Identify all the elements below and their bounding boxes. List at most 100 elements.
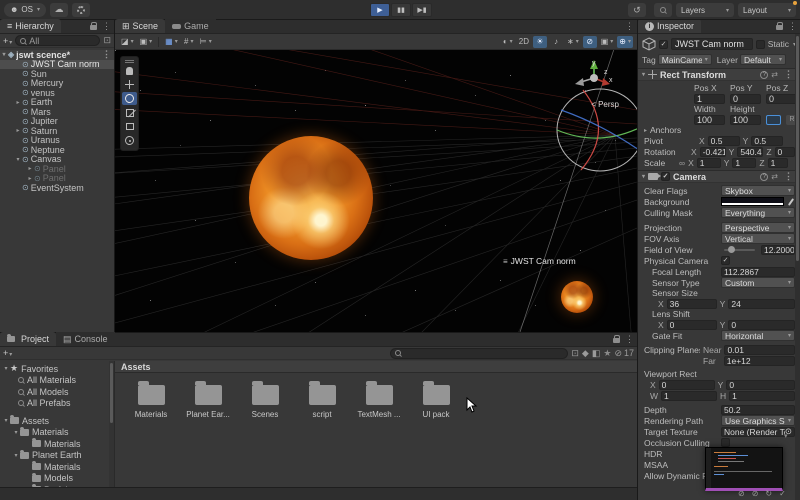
- favorites-star-icon[interactable]: ★: [603, 348, 611, 359]
- tab-game[interactable]: Game: [165, 19, 216, 33]
- tab-hierarchy[interactable]: ≡ Hierarchy: [0, 19, 61, 33]
- view-tool-button[interactable]: [122, 64, 137, 77]
- foldout-icon[interactable]: ▾: [12, 429, 20, 436]
- gameobject-cube-icon[interactable]: [642, 37, 656, 51]
- lens-y-field[interactable]: 0: [728, 319, 795, 330]
- sun-sphere[interactable]: [249, 136, 373, 260]
- foldout-icon[interactable]: ▾: [0, 51, 8, 58]
- search-in-assets-icon[interactable]: ⊡: [571, 348, 579, 359]
- blueprint-mode-button[interactable]: [766, 114, 781, 125]
- asset-folder[interactable]: Materials: [129, 381, 173, 419]
- asset-folder[interactable]: Scenes: [243, 381, 287, 419]
- camera-enabled-checkbox[interactable]: ✓: [661, 172, 671, 181]
- component-menu-icon[interactable]: ⋮: [781, 171, 796, 182]
- physical-camera-checkbox[interactable]: ✓: [721, 256, 730, 265]
- tray-icons[interactable]: ⊘ ⊘ ↻ ✓: [738, 489, 786, 498]
- clear-flags-dropdown[interactable]: Skybox ▾: [721, 185, 795, 196]
- depth-field[interactable]: 50.2: [721, 404, 795, 415]
- help-icon[interactable]: ?: [760, 172, 769, 181]
- viewport-x-field[interactable]: 0: [658, 379, 715, 390]
- audio-toggle[interactable]: ♪: [549, 36, 563, 48]
- scroll-down-icon[interactable]: ▾: [784, 432, 788, 440]
- lock-icon[interactable]: [776, 22, 783, 30]
- snap-dropdown[interactable]: # ▾: [182, 36, 196, 48]
- move-tool-button[interactable]: [122, 78, 137, 91]
- search-button[interactable]: [654, 3, 672, 17]
- focal-length-field[interactable]: 112.2867: [721, 266, 795, 277]
- lock-icon[interactable]: [613, 335, 620, 343]
- asset-folder[interactable]: Planet Ear...: [186, 381, 230, 419]
- persp-label[interactable]: < Persp: [591, 100, 619, 109]
- tab-project[interactable]: Project: [0, 332, 57, 346]
- gate-fit-dropdown[interactable]: Horizontal ▾: [721, 330, 795, 341]
- transform-tool-button[interactable]: [122, 134, 137, 147]
- tree-item[interactable]: ▾ Materials: [0, 426, 114, 439]
- undo-history-button[interactable]: ↺: [628, 3, 646, 17]
- render-doc-dropdown[interactable]: ◐ ▾: [501, 36, 515, 48]
- eyedropper-icon[interactable]: [787, 197, 795, 206]
- hidden-items-toggle[interactable]: ⊘ 17: [614, 348, 634, 359]
- check-circle-icon[interactable]: ✓: [779, 489, 786, 498]
- project-search-field[interactable]: [404, 348, 564, 358]
- link-icon[interactable]: ∞: [679, 158, 685, 168]
- sensor-x-field[interactable]: 36: [666, 298, 717, 309]
- fov-slider[interactable]: [724, 245, 755, 253]
- hierarchy-search-input[interactable]: All: [15, 35, 101, 46]
- hierarchy-item[interactable]: ▸ ⊙ Earth: [0, 98, 114, 108]
- fov-value-field[interactable]: 12.2000: [761, 244, 795, 255]
- asset-folder[interactable]: script: [300, 381, 344, 419]
- rotate-tool-button[interactable]: [122, 92, 137, 105]
- create-button[interactable]: +▾: [3, 348, 12, 358]
- asset-folder[interactable]: UI pack: [414, 381, 458, 419]
- pivot-x-field[interactable]: 0.5: [707, 135, 740, 146]
- component-menu-icon[interactable]: ⋮: [781, 69, 796, 80]
- panel-menu-icon[interactable]: ⋮: [99, 21, 114, 32]
- background-color-swatch[interactable]: [721, 197, 784, 206]
- scene-row[interactable]: ▾ ◈ jswt scence* ⋮: [0, 50, 114, 60]
- scene-menu-icon[interactable]: ⋮: [99, 50, 114, 60]
- width-field[interactable]: 100: [694, 114, 725, 125]
- orientation-gizmo[interactable]: y z x: [571, 56, 617, 100]
- account-dropdown[interactable]: ☻ OS ▾: [4, 2, 46, 17]
- favorite-item[interactable]: All Prefabs: [0, 398, 114, 410]
- settings-button[interactable]: [72, 2, 90, 17]
- tab-inspector[interactable]: i Inspector: [638, 20, 702, 33]
- foldout-icon[interactable]: ▸: [26, 165, 34, 172]
- asset-folder[interactable]: TextMesh ...: [357, 381, 401, 419]
- grid-visibility-dropdown[interactable]: ▦ ▾: [163, 36, 180, 48]
- lens-x-field[interactable]: 0: [666, 319, 717, 330]
- hierarchy-item[interactable]: ⊙ venus: [0, 88, 114, 98]
- rotation-y-field[interactable]: 540.4: [737, 146, 764, 157]
- overlay-drag-handle[interactable]: [125, 60, 134, 61]
- panel-menu-icon[interactable]: ⋮: [622, 21, 637, 32]
- cloud-button[interactable]: ☁: [50, 2, 68, 17]
- viewport-w-field[interactable]: 1: [661, 390, 718, 401]
- overlay-mini-window[interactable]: [705, 447, 783, 491]
- inspector-scrollbar[interactable]: [795, 34, 800, 500]
- rotation-z-field[interactable]: 0: [774, 146, 795, 157]
- layout-dropdown[interactable]: Layout ▾: [738, 1, 797, 17]
- hierarchy-item[interactable]: ⊙ JWST Cam norm: [0, 59, 114, 69]
- favorites-header[interactable]: ▾ ★ Favorites: [0, 363, 114, 375]
- favorite-item[interactable]: All Models: [0, 386, 114, 398]
- hierarchy-item[interactable]: ▾ ⊙ Canvas: [0, 155, 114, 165]
- hierarchy-item[interactable]: ⊙ Mars: [0, 107, 114, 117]
- near-field[interactable]: 0.01: [724, 344, 795, 355]
- tab-scene[interactable]: ⊞ Scene: [115, 19, 166, 33]
- scale-tool-button[interactable]: [122, 106, 137, 119]
- foldout-icon[interactable]: ▾: [2, 365, 10, 372]
- tree-item[interactable]: Materials: [0, 461, 114, 473]
- static-checkbox[interactable]: [755, 39, 765, 49]
- culling-mask-dropdown[interactable]: Everything ▾: [721, 207, 795, 218]
- viewport-y-field[interactable]: 0: [726, 379, 795, 390]
- hierarchy-item[interactable]: ▸ ⊙ Saturn: [0, 126, 114, 136]
- panel-menu-icon[interactable]: ⋮: [622, 334, 637, 345]
- rendering-path-dropdown[interactable]: Use Graphics Setting▾: [721, 415, 795, 426]
- scene-viewport[interactable]: y z x < Persp ≡ JWST Cam norm: [115, 50, 637, 332]
- foldout-icon[interactable]: ▸: [26, 175, 34, 182]
- pos-z-field[interactable]: 0: [766, 93, 797, 104]
- camera-gizmo-label[interactable]: ≡ JWST Cam norm: [503, 256, 576, 266]
- foldout-icon[interactable]: ▾: [642, 71, 645, 78]
- refresh-icon[interactable]: ↻: [765, 489, 772, 498]
- pause-button[interactable]: ▮▮: [391, 3, 411, 17]
